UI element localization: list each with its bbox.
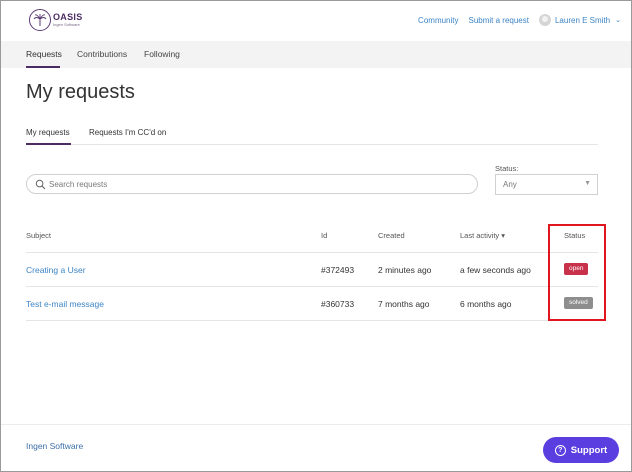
request-subject-link[interactable]: Creating a User [26,265,86,275]
table-divider [26,252,598,253]
user-menu[interactable]: Lauren E Smith ⌄ [538,14,621,26]
status-select-value: Any [503,180,517,189]
tab-my-requests[interactable]: My requests [26,128,70,137]
search-input[interactable] [49,179,449,189]
support-button[interactable]: ? Support [543,437,619,463]
request-created: 7 months ago [378,299,430,309]
support-label: Support [570,444,608,456]
table-row-divider [26,320,598,321]
page: OASIS Ingen Software Community Submit a … [0,0,632,472]
user-name: Lauren E Smith [554,15,611,25]
chevron-down-icon: ▼ [584,180,591,187]
tab-cc-requests[interactable]: Requests I'm CC'd on [89,128,166,137]
help-icon: ? [554,444,566,456]
top-nav: Community Submit a request Lauren E Smit… [418,14,621,26]
tab-active-indicator [26,143,71,145]
avatar [538,14,551,26]
status-column-highlight [548,224,606,321]
search-icon [35,179,46,189]
subnav-bar: Requests Contributions Following [1,41,631,68]
request-created: 2 minutes ago [378,265,432,275]
tabs-divider [26,144,598,145]
logo[interactable]: OASIS Ingen Software [29,9,83,31]
request-subject-link[interactable]: Test e-mail message [26,299,104,309]
status-select[interactable]: Any ▼ [495,174,598,195]
chevron-down-icon: ⌄ [615,17,621,24]
nav-submit-request-link[interactable]: Submit a request [469,16,529,25]
subnav-tab-contributions[interactable]: Contributions [77,49,127,59]
table-row-divider [26,286,598,287]
footer-divider [1,424,631,425]
status-filter-label: Status: [495,164,519,173]
subnav-active-indicator [26,66,60,68]
column-header-id: Id [321,231,328,240]
page-title: My requests [26,81,135,103]
header: OASIS Ingen Software Community Submit a … [1,1,631,41]
nav-community-link[interactable]: Community [418,16,458,25]
search-box[interactable] [26,174,478,194]
logo-name: OASIS [53,12,83,22]
footer-brand-link[interactable]: Ingen Software [26,441,83,451]
request-last-activity: 6 months ago [460,299,512,309]
request-last-activity: a few seconds ago [460,265,531,275]
column-header-created[interactable]: Created [378,231,405,240]
column-header-subject: Subject [26,231,52,240]
request-id: #372493 [321,265,355,275]
logo-subtitle: Ingen Software [53,22,80,27]
palm-tree-icon [29,9,51,31]
subnav-tab-following[interactable]: Following [144,49,180,59]
request-id: #360733 [321,299,355,309]
column-header-last-activity[interactable]: Last activity ▾ [460,231,505,240]
subnav-tab-requests[interactable]: Requests [26,49,62,59]
